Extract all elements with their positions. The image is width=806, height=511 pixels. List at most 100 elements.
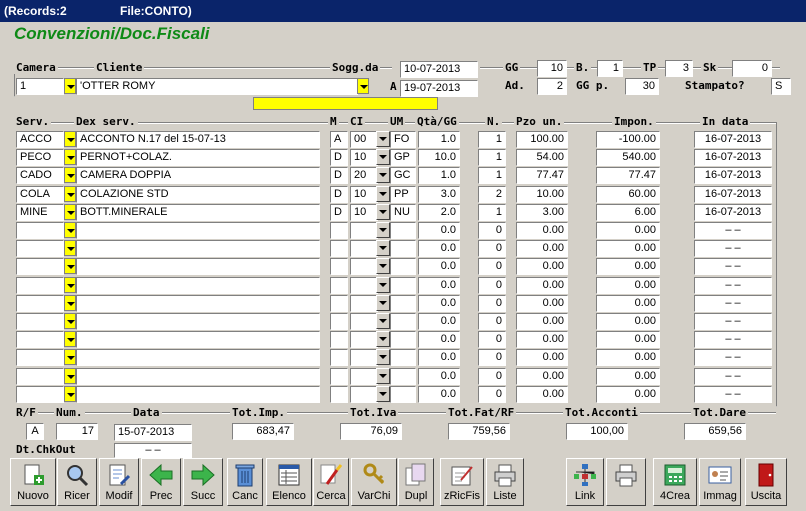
indata-cell[interactable]: 16-07-2013	[694, 204, 772, 221]
rf-field[interactable]: A	[26, 423, 44, 440]
serv-cell[interactable]	[16, 240, 64, 257]
cerca-button[interactable]: Cerca	[313, 458, 349, 506]
um-cell[interactable]: FO	[390, 131, 416, 148]
impon-cell[interactable]: 60.00	[596, 186, 660, 203]
canc-button[interactable]: Canc	[227, 458, 263, 506]
dex-cell[interactable]: BOTT.MINERALE	[76, 204, 320, 221]
data-field[interactable]: 15-07-2013	[114, 424, 192, 441]
n-cell[interactable]: 0	[478, 386, 506, 403]
qta-cell[interactable]: 0.0	[418, 222, 460, 239]
m-cell[interactable]: D	[330, 167, 348, 184]
tp-field[interactable]: 3	[665, 60, 693, 77]
n-cell[interactable]: 0	[478, 295, 506, 312]
cliente-dropdown[interactable]	[357, 78, 369, 94]
modif-button[interactable]: Modif	[99, 458, 139, 506]
liste-button[interactable]: Liste	[486, 458, 524, 506]
pzo-cell[interactable]: 0.00	[516, 240, 568, 257]
qta-cell[interactable]: 0.0	[418, 349, 460, 366]
b-field[interactable]: 1	[597, 60, 623, 77]
pzo-cell[interactable]: 100.00	[516, 131, 568, 148]
gg-field[interactable]: 10	[537, 60, 567, 77]
qta-cell[interactable]: 0.0	[418, 295, 460, 312]
impon-cell[interactable]: 540.00	[596, 149, 660, 166]
qta-cell[interactable]: 0.0	[418, 331, 460, 348]
qta-cell[interactable]: 2.0	[418, 204, 460, 221]
ci-cell[interactable]	[350, 368, 378, 385]
m-cell[interactable]: A	[330, 131, 348, 148]
um-cell[interactable]	[390, 386, 416, 403]
um-cell[interactable]: NU	[390, 204, 416, 221]
sogg-da-field[interactable]: 10-07-2013	[400, 61, 478, 78]
n-cell[interactable]: 0	[478, 258, 506, 275]
ricer-button[interactable]: Ricer	[57, 458, 97, 506]
pzo-cell[interactable]: 0.00	[516, 277, 568, 294]
pzo-cell[interactable]: 10.00	[516, 186, 568, 203]
serv-dropdown[interactable]	[64, 331, 76, 347]
ci-cell[interactable]	[350, 313, 378, 330]
m-cell[interactable]	[330, 313, 348, 330]
serv-dropdown[interactable]	[64, 167, 76, 183]
ci-dropdown[interactable]	[376, 240, 390, 256]
dex-cell[interactable]	[76, 313, 320, 330]
serv-cell[interactable]	[16, 277, 64, 294]
varchi-button[interactable]: VarChi	[351, 458, 397, 506]
dex-cell[interactable]: COLAZIONE STD	[76, 186, 320, 203]
dex-cell[interactable]	[76, 295, 320, 312]
n-cell[interactable]: 0	[478, 277, 506, 294]
um-cell[interactable]	[390, 313, 416, 330]
dex-cell[interactable]	[76, 258, 320, 275]
ci-cell[interactable]	[350, 349, 378, 366]
qta-cell[interactable]: 0.0	[418, 258, 460, 275]
indata-cell[interactable]: 16-07-2013	[694, 131, 772, 148]
stampato-field[interactable]: S	[771, 78, 791, 95]
n-cell[interactable]: 1	[478, 204, 506, 221]
serv-dropdown[interactable]	[64, 131, 76, 147]
ci-cell[interactable]	[350, 222, 378, 239]
n-cell[interactable]: 0	[478, 368, 506, 385]
qta-cell[interactable]: 3.0	[418, 186, 460, 203]
um-cell[interactable]	[390, 295, 416, 312]
m-cell[interactable]	[330, 240, 348, 257]
impon-cell[interactable]: 0.00	[596, 331, 660, 348]
serv-cell[interactable]: ACCO	[16, 131, 64, 148]
impon-cell[interactable]: 0.00	[596, 240, 660, 257]
m-cell[interactable]	[330, 386, 348, 403]
ci-cell[interactable]: 10	[350, 149, 378, 166]
indata-cell[interactable]: – –	[694, 313, 772, 330]
pzo-cell[interactable]: 0.00	[516, 331, 568, 348]
qta-cell[interactable]: 0.0	[418, 277, 460, 294]
indata-cell[interactable]: – –	[694, 258, 772, 275]
serv-dropdown[interactable]	[64, 240, 76, 256]
serv-dropdown[interactable]	[64, 149, 76, 165]
m-cell[interactable]	[330, 349, 348, 366]
n-cell[interactable]: 1	[478, 149, 506, 166]
ci-cell[interactable]	[350, 240, 378, 257]
indata-cell[interactable]: 16-07-2013	[694, 167, 772, 184]
ad-field[interactable]: 2	[537, 78, 567, 95]
dupl-button[interactable]: Dupl	[398, 458, 434, 506]
ci-cell[interactable]: 10	[350, 186, 378, 203]
qta-cell[interactable]: 1.0	[418, 131, 460, 148]
indata-cell[interactable]: – –	[694, 331, 772, 348]
ci-cell[interactable]: 10	[350, 204, 378, 221]
indata-cell[interactable]: – –	[694, 277, 772, 294]
pzo-cell[interactable]: 0.00	[516, 349, 568, 366]
serv-cell[interactable]	[16, 331, 64, 348]
impon-cell[interactable]: 0.00	[596, 349, 660, 366]
m-cell[interactable]	[330, 295, 348, 312]
serv-cell[interactable]	[16, 258, 64, 275]
serv-dropdown[interactable]	[64, 349, 76, 365]
impon-cell[interactable]: -100.00	[596, 131, 660, 148]
serv-dropdown[interactable]	[64, 277, 76, 293]
ci-dropdown[interactable]	[376, 131, 390, 147]
serv-cell[interactable]: COLA	[16, 186, 64, 203]
qta-cell[interactable]: 1.0	[418, 167, 460, 184]
um-cell[interactable]: GC	[390, 167, 416, 184]
um-cell[interactable]	[390, 331, 416, 348]
um-cell[interactable]	[390, 368, 416, 385]
um-cell[interactable]: GP	[390, 149, 416, 166]
pzo-cell[interactable]: 0.00	[516, 313, 568, 330]
ci-dropdown[interactable]	[376, 331, 390, 347]
dt-chkout-field[interactable]: – –	[114, 443, 192, 458]
serv-dropdown[interactable]	[64, 204, 76, 220]
